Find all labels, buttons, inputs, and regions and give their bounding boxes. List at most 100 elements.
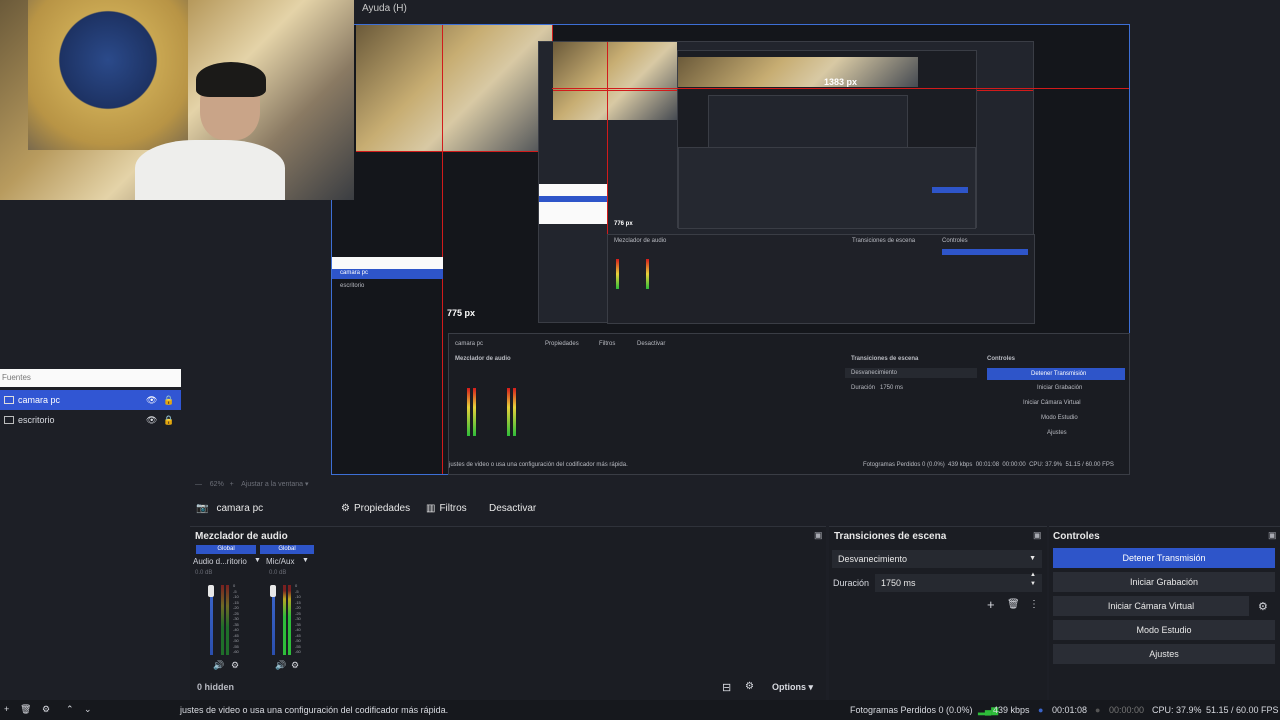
duration-label: Duración bbox=[833, 578, 870, 588]
volume-fader[interactable] bbox=[270, 585, 276, 597]
db-scale: 0 -5 -10 -15 -20 -25 -30 -35 -40 -45 -50 -55 -60 bbox=[295, 583, 301, 654]
remove-source-icon[interactable]: 🗑 bbox=[20, 704, 31, 715]
status-bar: + 🗑 ⚙ ⌃ ⌄ justes de video o usa una conf… bbox=[0, 700, 1280, 720]
lock-icon[interactable]: 🔒 bbox=[163, 395, 174, 406]
controls-title: Controles bbox=[1053, 531, 1100, 542]
fps: 51.15 / 60.00 FPS bbox=[1206, 705, 1279, 715]
options-button[interactable]: Options ▾ bbox=[772, 682, 813, 693]
source-label: camara pc bbox=[18, 395, 61, 405]
person-shirt bbox=[135, 140, 285, 200]
stop-stream-button[interactable]: Detener Transmisión bbox=[1053, 548, 1275, 568]
nested-docks: camara pc Propiedades Filtros Desactivar… bbox=[448, 333, 1130, 475]
track-badge: Global bbox=[196, 545, 256, 554]
width-measure-line bbox=[552, 88, 1129, 89]
person-hair bbox=[196, 62, 266, 97]
source-item-escritorio[interactable]: escritorio 👁 🔒 bbox=[0, 410, 181, 430]
visibility-eye-icon[interactable]: 👁 bbox=[146, 415, 157, 426]
deactivate-button[interactable]: Desactivar bbox=[489, 503, 536, 514]
cpu-usage: CPU: 37.9% bbox=[1152, 705, 1202, 715]
sources-header: Fuentes bbox=[0, 369, 181, 387]
add-source-icon[interactable]: + bbox=[4, 704, 9, 714]
trash-icon[interactable]: 🗑 bbox=[1007, 599, 1020, 610]
nested-preview-level-2: Mezclador de audio Transiciones de escen… bbox=[538, 41, 1035, 324]
zoom-level[interactable]: 62% bbox=[210, 481, 224, 488]
track-db: 0.0 dB bbox=[195, 570, 213, 576]
settings-button[interactable]: Ajustes bbox=[1053, 644, 1275, 664]
selected-source: 📷 camara pc bbox=[196, 503, 263, 514]
menu-help[interactable]: Ayuda (H) bbox=[362, 3, 407, 14]
fit-window[interactable]: Ajustar a la ventana bbox=[241, 481, 303, 488]
db-scale: 0 -5 -10 -15 -20 -25 -30 -35 -40 -45 -50 -55 -60 bbox=[233, 583, 239, 654]
move-down-icon[interactable]: ⌄ bbox=[84, 704, 92, 715]
stream-status-icon: ● bbox=[1038, 705, 1044, 715]
track-db: 0.0 dB bbox=[269, 570, 287, 576]
mixer-title: Mezclador de audio bbox=[195, 531, 288, 542]
status-message: justes de video o usa una configuración … bbox=[180, 705, 449, 715]
properties-button[interactable]: ⚙ Propiedades bbox=[341, 503, 410, 514]
chevron-down-icon[interactable]: ▼ bbox=[254, 557, 261, 564]
duration-input[interactable]: 1750 ms ▲ ▼ bbox=[875, 571, 1042, 592]
level-meter bbox=[283, 585, 286, 655]
source-label: escritorio bbox=[18, 415, 55, 425]
dock-float-icon[interactable]: ▣ bbox=[1033, 530, 1042, 541]
move-up-icon[interactable]: ⌃ bbox=[66, 704, 74, 715]
chevron-down-icon[interactable]: ▼ bbox=[302, 557, 309, 564]
start-recording-button[interactable]: Iniciar Grabación bbox=[1053, 572, 1275, 592]
monitor-icon bbox=[4, 416, 14, 424]
speaker-icon[interactable]: 🔊 bbox=[213, 660, 224, 671]
source-properties-icon[interactable]: ⚙ bbox=[42, 704, 50, 715]
hidden-tracks-count: 0 hidden bbox=[197, 682, 235, 692]
guide-line-horizontal bbox=[356, 151, 552, 152]
level-meter bbox=[221, 585, 224, 655]
filter-icon: ▥ bbox=[426, 503, 436, 514]
width-measure-label: 1383 px bbox=[824, 77, 858, 87]
camera-icon: 📷 bbox=[196, 503, 209, 514]
wall-poster bbox=[28, 0, 188, 150]
track-name-desktop[interactable]: Audio d...ritorio bbox=[193, 557, 247, 566]
preview-toolbar: — 62% + Ajustar a la ventana ▾ bbox=[195, 481, 309, 488]
audio-mixer-dock: Mezclador de audio ▣ Global Global Audio… bbox=[190, 526, 826, 701]
track-name-mic[interactable]: Mic/Aux bbox=[266, 557, 294, 566]
dock-float-icon[interactable]: ▣ bbox=[1268, 530, 1277, 541]
add-icon[interactable]: + bbox=[987, 597, 995, 612]
stepper-icon[interactable]: ▲ ▼ bbox=[1030, 571, 1036, 589]
track-badge: Global bbox=[260, 545, 314, 554]
dock-float-icon[interactable]: ▣ bbox=[814, 530, 823, 541]
transition-selected-value: Desvanecimiento bbox=[838, 554, 908, 564]
level-meter bbox=[288, 585, 291, 655]
options-label: Options bbox=[772, 682, 806, 692]
visibility-eye-icon[interactable]: 👁 bbox=[146, 395, 157, 406]
virtual-camera-settings-icon[interactable]: ⚙ bbox=[1258, 600, 1268, 613]
selected-source-name: camara pc bbox=[216, 503, 264, 514]
more-menu-icon[interactable]: ⋮ bbox=[1029, 599, 1039, 610]
webcam-overlay bbox=[0, 0, 354, 200]
height-measure-label: 775 px bbox=[447, 308, 476, 318]
stream-time: 00:01:08 bbox=[1052, 705, 1088, 715]
transitions-title: Transiciones de escena bbox=[834, 531, 947, 542]
dropped-frames: Fotogramas Perdidos 0 (0.0%) bbox=[850, 705, 973, 715]
duration-value: 1750 ms bbox=[881, 578, 916, 588]
lock-icon[interactable]: 🔒 bbox=[163, 415, 174, 426]
mixer-settings-icon[interactable]: ⚙ bbox=[231, 660, 239, 671]
nested-sources-header bbox=[332, 257, 443, 269]
gear-icon[interactable]: ⚙ bbox=[745, 681, 754, 692]
studio-mode-button[interactable]: Modo Estudio bbox=[1053, 620, 1275, 640]
guide-line-vertical bbox=[442, 25, 443, 474]
source-item-camara-pc[interactable]: camara pc 👁 🔒 bbox=[0, 390, 181, 410]
preview-canvas[interactable]: Mezclador de audio Transiciones de escen… bbox=[331, 24, 1130, 475]
preview-camera-source bbox=[356, 25, 552, 151]
layout-icon[interactable]: ⊟ bbox=[722, 681, 731, 694]
transitions-dock: Transiciones de escena ▣ Desvanecimiento… bbox=[829, 526, 1047, 701]
chevron-down-icon: ▼ bbox=[1029, 555, 1036, 562]
nested-height-label: 776 px bbox=[614, 221, 633, 227]
speaker-icon[interactable]: 🔊 bbox=[275, 660, 286, 671]
transition-select[interactable]: Desvanecimiento ▼ bbox=[832, 550, 1042, 568]
start-virtual-camera-button[interactable]: Iniciar Cámara Virtual bbox=[1053, 596, 1249, 616]
filters-button[interactable]: ▥ Filtros bbox=[426, 503, 467, 514]
mixer-settings-icon[interactable]: ⚙ bbox=[291, 660, 299, 671]
camera-icon bbox=[4, 396, 14, 404]
bitrate: 439 kbps bbox=[993, 705, 1030, 715]
record-time: 00:00:00 bbox=[1109, 705, 1145, 715]
level-meter bbox=[226, 585, 229, 655]
volume-fader[interactable] bbox=[208, 585, 214, 597]
